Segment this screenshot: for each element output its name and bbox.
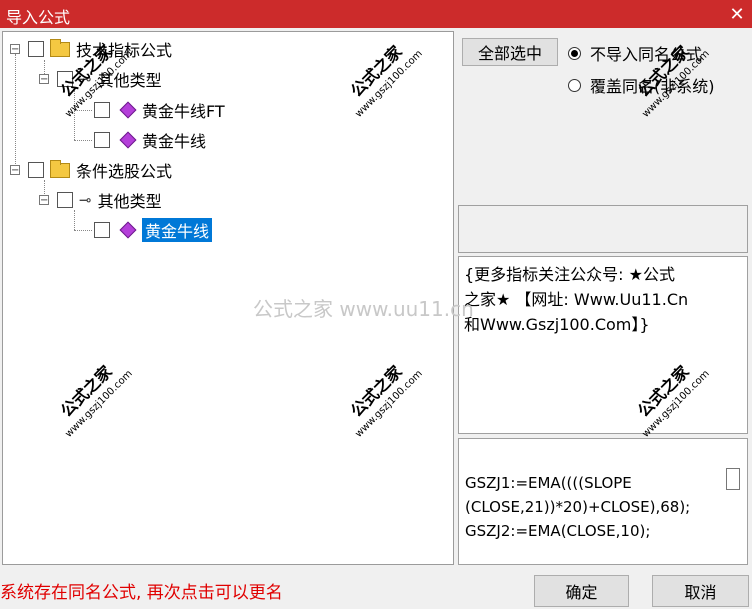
tree-line	[74, 140, 92, 141]
collapse-icon[interactable]: −	[39, 74, 49, 85]
tree-leaf-label: 黄金牛线FT	[142, 102, 225, 121]
name-field[interactable]	[458, 205, 748, 253]
confirm-button[interactable]: 确定	[534, 575, 629, 607]
tree-line	[74, 210, 75, 230]
tree-leaf[interactable]: 黄金牛线	[94, 127, 206, 153]
description-line: {更多指标关注公众号: ★公式	[464, 265, 676, 284]
checkbox[interactable]	[57, 71, 73, 87]
checkbox[interactable]	[94, 102, 110, 118]
tree-leaf-label: 黄金牛线	[142, 132, 207, 151]
radio-button[interactable]	[568, 46, 581, 60]
select-all-button[interactable]: 全部选中	[462, 38, 558, 66]
checkbox[interactable]	[57, 192, 73, 208]
tree-line	[74, 110, 92, 111]
tree-node-label: 其他类型	[97, 192, 162, 211]
formula-gem-icon	[119, 131, 137, 149]
radio-label: 覆盖同名(非系统)	[590, 77, 715, 96]
formula-gem-icon	[119, 101, 137, 119]
tree-node-label: 其他类型	[97, 71, 162, 90]
formula-tree	[2, 31, 454, 565]
scrollbar-thumb[interactable]	[726, 468, 740, 490]
folder-icon	[50, 159, 70, 178]
tree-node-label: 条件选股公式	[76, 162, 173, 181]
folder-icon	[50, 38, 70, 57]
tree-leaf[interactable]: 黄金牛线FT	[94, 97, 225, 123]
key-icon: ⊸	[79, 191, 92, 209]
formula-code: GSZJ1:=EMA((((SLOPE (CLOSE,21))*20)+CLOS…	[465, 471, 735, 543]
tree-node-root2-child[interactable]: − ⊸ 其他类型	[39, 187, 162, 213]
description-line: 和Www.Gszj100.Com】}	[464, 315, 650, 334]
tree-node-root1-child[interactable]: − ⊸ 其他类型	[39, 66, 162, 92]
status-message: 系统存在同名公式, 再次点击可以更名	[0, 583, 283, 603]
tree-leaf-selected[interactable]: 黄金牛线	[94, 217, 213, 243]
radio-dot	[571, 49, 578, 57]
checkbox[interactable]	[94, 222, 110, 238]
checkbox[interactable]	[94, 132, 110, 148]
title-bar: 导入公式 ✕	[0, 0, 752, 28]
tree-line	[74, 90, 75, 140]
radio-skip-same-name[interactable]: 不导入同名公式	[568, 41, 702, 65]
tree-line	[15, 54, 16, 170]
collapse-icon[interactable]: −	[10, 165, 20, 176]
close-button[interactable]: ✕	[722, 0, 752, 28]
key-icon: ⊸	[79, 70, 92, 88]
tree-node-label: 技术指标公式	[76, 41, 173, 60]
window-title: 导入公式	[6, 8, 71, 27]
collapse-icon[interactable]: −	[10, 44, 20, 55]
formula-gem-icon	[119, 221, 137, 239]
description-line: 之家★ 【网址: Www.Uu11.Cn	[464, 290, 689, 309]
code-line: (CLOSE,21))*20)+CLOSE),68);	[465, 498, 691, 516]
tree-line	[74, 230, 92, 231]
tree-leaf-label: 黄金牛线	[142, 218, 213, 242]
radio-overwrite-same-name[interactable]: 覆盖同名(非系统)	[568, 73, 715, 97]
radio-label: 不导入同名公式	[590, 45, 703, 64]
code-line: GSZJ2:=EMA(CLOSE,10);	[465, 522, 651, 540]
code-line: GSZJ1:=EMA((((SLOPE	[465, 474, 632, 492]
cancel-button[interactable]: 取消	[652, 575, 749, 607]
tree-node-root1[interactable]: − 技术指标公式	[10, 36, 172, 62]
checkbox[interactable]	[28, 41, 44, 57]
tree-node-root2[interactable]: − 条件选股公式	[10, 157, 172, 183]
description-text: {更多指标关注公众号: ★公式 之家★ 【网址: Www.Uu11.Cn 和Ww…	[464, 262, 734, 337]
collapse-icon[interactable]: −	[39, 195, 49, 206]
radio-button[interactable]	[568, 78, 581, 92]
checkbox[interactable]	[28, 162, 44, 178]
